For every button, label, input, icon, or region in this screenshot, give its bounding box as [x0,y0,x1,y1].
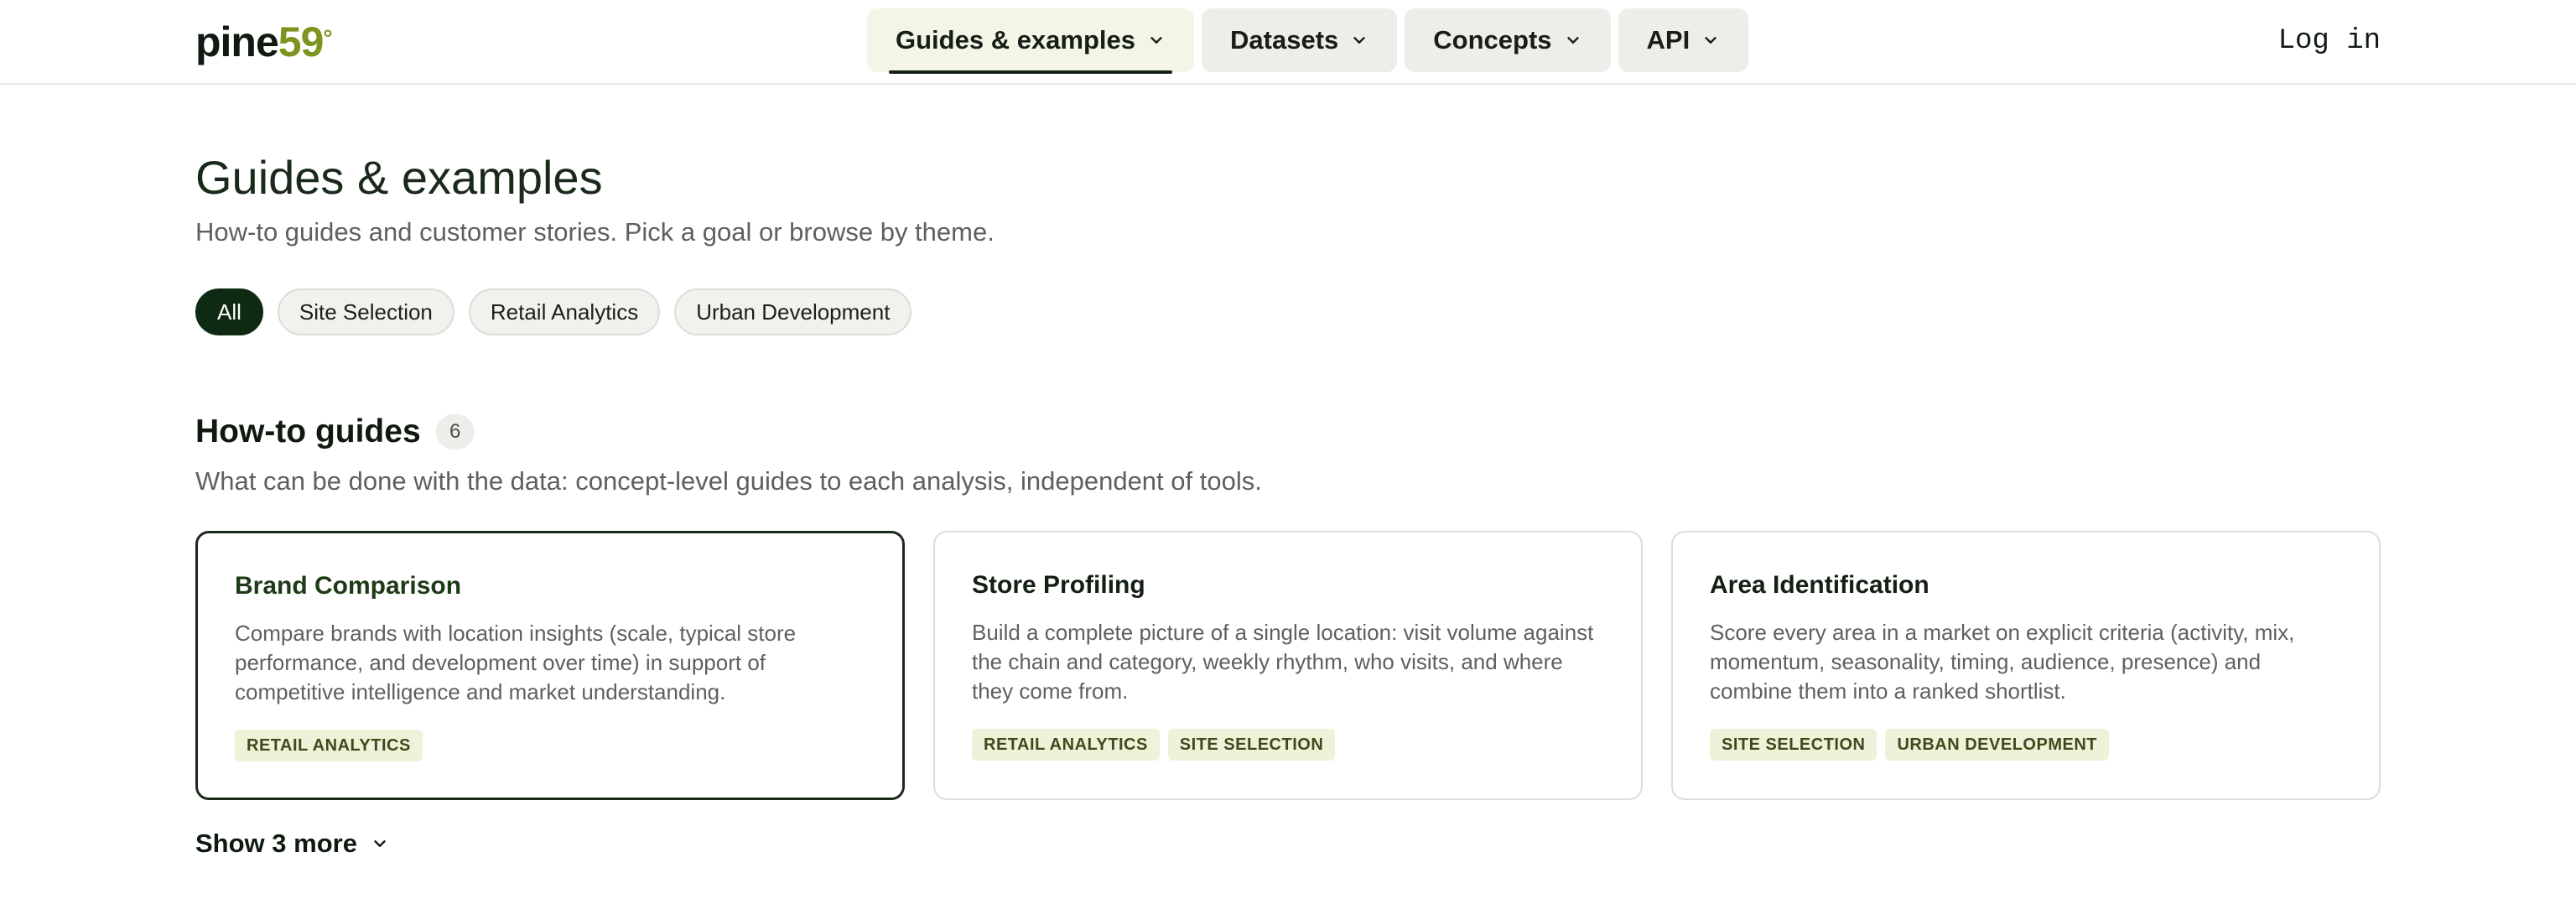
chevron-down-icon [1147,31,1166,49]
top-header: pine59° Guides & examples Datasets Conce… [0,0,2576,85]
chevron-down-icon [1701,31,1720,49]
login-link[interactable]: Log in [2278,22,2381,60]
show-more-label: Show 3 more [195,829,357,858]
card-description: Build a complete picture of a single loc… [972,620,1594,704]
logo-number: 59 [278,18,325,65]
nav-item-label: API [1646,25,1690,55]
filter-chip-all[interactable]: All [195,288,263,335]
chevron-down-icon [1350,31,1368,49]
tag-badge: RETAIL ANALYTICS [972,729,1160,761]
card-tags: RETAIL ANALYTICS [235,730,423,761]
page-title: Guides & examples [195,151,603,204]
page-subtitle: How-to guides and customer stories. Pick… [195,217,995,247]
filter-chip-site-selection[interactable]: Site Selection [277,288,454,335]
card-title: Store Profiling [972,571,1145,599]
theme-filters: All Site Selection Retail Analytics Urba… [195,288,912,335]
chevron-down-icon [1564,31,1582,49]
card-title: Area Identification [1710,571,1929,599]
guide-card-area-identification[interactable]: Area Identification Score every area in … [1671,531,2381,800]
nav-api[interactable]: API [1618,8,1749,72]
count-badge: 6 [435,414,475,450]
logo-word: pine [195,18,279,65]
nav-item-label: Concepts [1433,25,1552,55]
pine59-logo[interactable]: pine59° [195,18,333,65]
guide-cards: Brand Comparison Compare brands with loc… [195,531,2381,800]
chevron-down-icon [371,834,389,853]
guide-card-store-profiling[interactable]: Store Profiling Build a complete picture… [933,531,1643,800]
nav-item-label: Guides & examples [896,25,1136,55]
show-more-button[interactable]: Show 3 more [195,829,389,859]
tag-badge: URBAN DEVELOPMENT [1885,729,2109,761]
filter-chip-retail-analytics[interactable]: Retail Analytics [468,288,661,335]
section-title: How-to guides [195,413,421,450]
nav-concepts[interactable]: Concepts [1405,8,1611,72]
nav-datasets[interactable]: Datasets [1202,8,1398,72]
card-tags: SITE SELECTION URBAN DEVELOPMENT [1710,729,2109,761]
nav-item-label: Datasets [1230,25,1339,55]
nav-guides-examples[interactable]: Guides & examples [867,8,1195,74]
guide-card-brand-comparison[interactable]: Brand Comparison Compare brands with loc… [195,531,905,800]
main-nav: Guides & examples Datasets Concepts API [867,8,1749,74]
filter-chip-urban-development[interactable]: Urban Development [674,288,912,335]
tag-badge: SITE SELECTION [1710,729,1877,761]
section-header: How-to guides 6 [195,413,475,450]
section-description: What can be done with the data: concept-… [195,466,1262,496]
card-tags: RETAIL ANALYTICS SITE SELECTION [972,729,1336,761]
card-description: Score every area in a market on explicit… [1710,620,2295,704]
tag-badge: SITE SELECTION [1167,729,1336,761]
tag-badge: RETAIL ANALYTICS [235,730,423,761]
logo-degree: ° [323,25,332,51]
card-description: Compare brands with location insights (s… [235,621,797,704]
card-title: Brand Comparison [235,572,462,600]
